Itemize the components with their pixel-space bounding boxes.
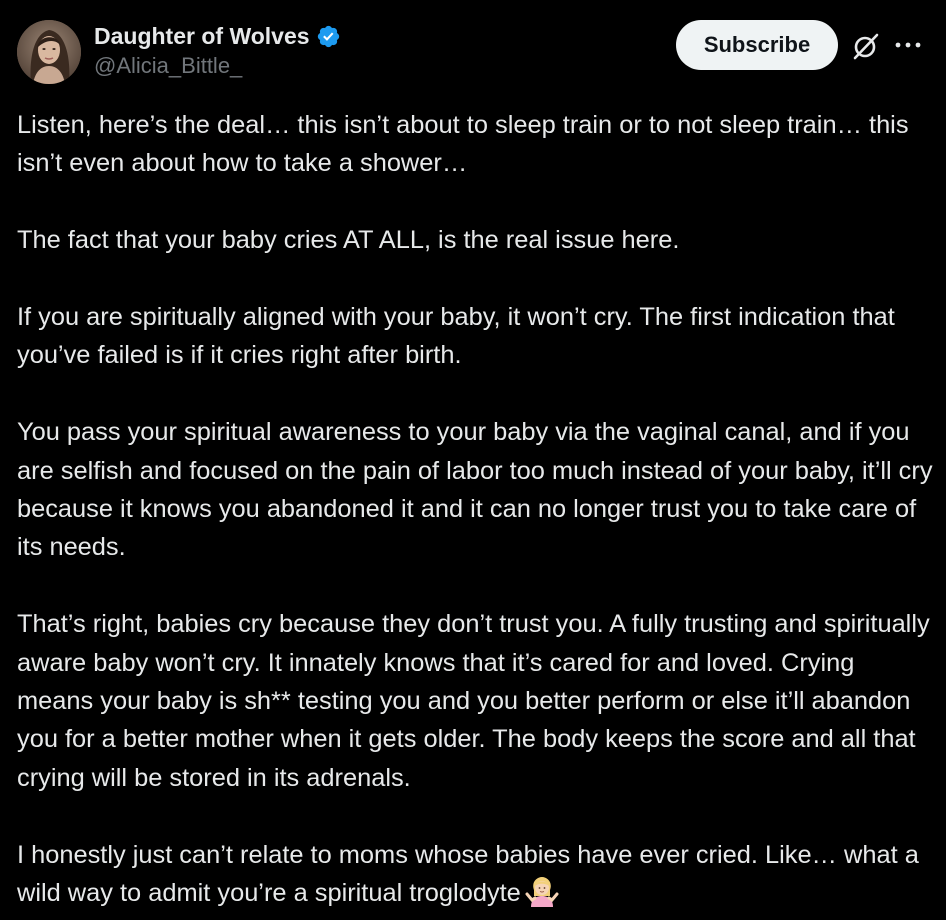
verified-badge-icon: [316, 24, 341, 49]
tweet-text: Listen, here’s the deal… this isn’t abou…: [17, 106, 937, 912]
author-display-name[interactable]: Daughter of Wolves: [94, 23, 310, 50]
avatar[interactable]: [17, 20, 81, 84]
author-info: Daughter of Wolves @Alicia_Bittle_: [94, 20, 341, 79]
tweet-paragraph: If you are spiritually aligned with your…: [17, 303, 902, 370]
tweet-paragraph: You pass your spiritual awareness to you…: [17, 418, 940, 562]
grok-icon[interactable]: [850, 31, 880, 61]
avatar-image: [17, 20, 81, 84]
tweet-paragraph-text: I honestly just can’t relate to moms who…: [17, 840, 926, 908]
tweet-paragraph-last: I honestly just can’t relate to moms who…: [17, 836, 937, 913]
subscribe-button[interactable]: Subscribe: [676, 20, 838, 70]
tweet-paragraph: That’s right, babies cry because they do…: [17, 610, 937, 792]
tweet-paragraph: Listen, here’s the deal… this isn’t abou…: [17, 111, 916, 178]
woman-shrugging-emoji-icon: [525, 874, 559, 908]
tweet-header: Daughter of Wolves @Alicia_Bittle_ Subsc…: [0, 0, 946, 100]
tweet-paragraph: The fact that your baby cries AT ALL, is…: [17, 226, 680, 255]
name-row: Daughter of Wolves: [94, 20, 341, 52]
author-handle[interactable]: @Alicia_Bittle_: [94, 53, 341, 79]
more-horizontal-icon[interactable]: [894, 34, 922, 56]
